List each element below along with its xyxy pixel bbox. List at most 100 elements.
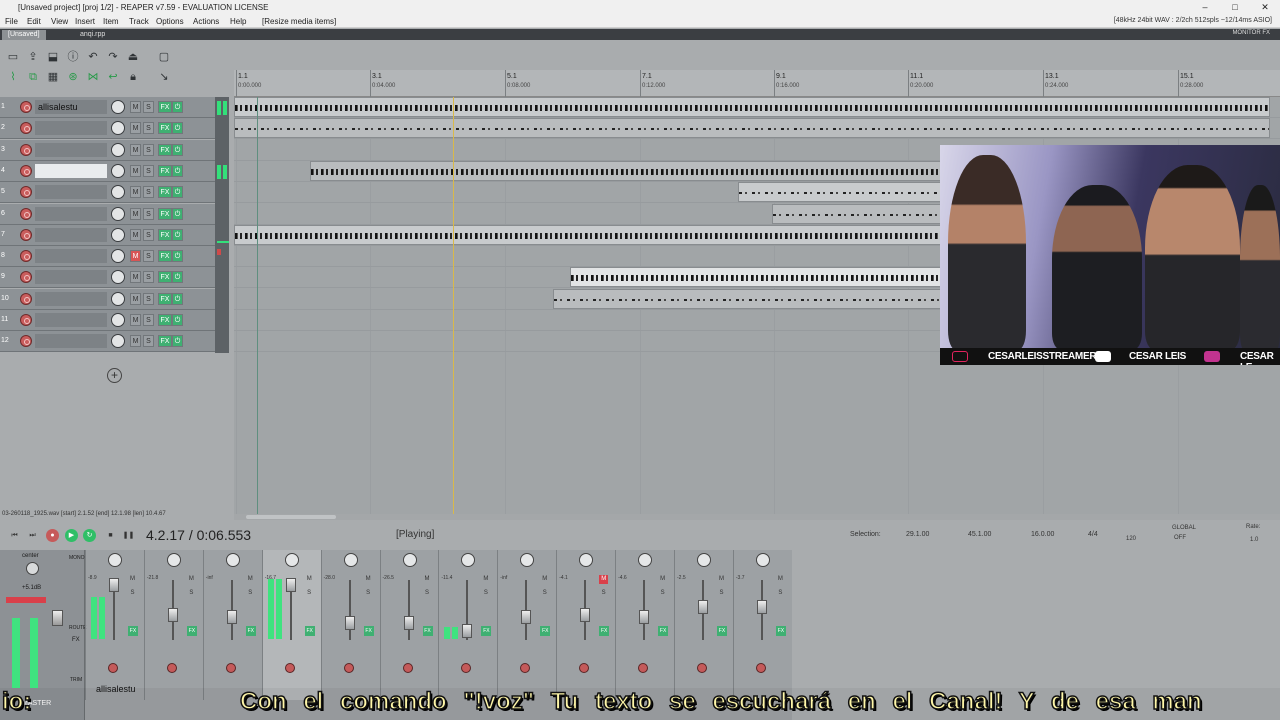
solo-button[interactable]: S (143, 207, 154, 220)
volume-fader[interactable] (698, 600, 708, 614)
pan-knob[interactable] (697, 553, 711, 567)
volume-knob[interactable] (111, 142, 125, 157)
pan-knob[interactable] (108, 553, 122, 567)
pan-knob[interactable] (284, 553, 299, 567)
strip-mute-button[interactable]: M (364, 575, 373, 584)
global-automation-state[interactable]: OFF (1174, 535, 1186, 541)
solo-button[interactable]: S (143, 335, 154, 348)
strip-fx-button[interactable]: FX (717, 626, 727, 636)
fx-bypass-icon[interactable]: ⏻ (172, 101, 183, 113)
strip-record-arm[interactable] (166, 663, 177, 673)
fx-button[interactable]: FX (158, 228, 172, 241)
pan-knob[interactable] (461, 553, 476, 567)
record-arm-button[interactable] (20, 101, 32, 113)
open-project-icon[interactable]: ⇪ (26, 50, 40, 64)
strip-solo-button[interactable]: S (305, 589, 314, 598)
strip-solo-button[interactable]: S (540, 589, 549, 598)
solo-button[interactable]: S (143, 292, 154, 305)
fx-button[interactable]: FX (158, 143, 172, 156)
record-arm-button[interactable] (20, 122, 32, 135)
maximize-button[interactable]: □ (1220, 0, 1250, 14)
volume-knob[interactable] (111, 291, 125, 306)
menu-help[interactable]: Help (230, 17, 246, 26)
menu-item[interactable]: Item (103, 17, 119, 26)
strip-mute-button[interactable]: M (658, 575, 667, 584)
volume-fader[interactable] (521, 610, 532, 624)
strip-record-arm[interactable] (755, 663, 766, 673)
strip-mute-button[interactable]: M (776, 575, 785, 584)
menu-actions[interactable]: Actions (193, 17, 219, 26)
selection-length[interactable]: 16.0.00 (1031, 531, 1054, 538)
fx-bypass-icon[interactable]: ⏻ (172, 186, 183, 199)
strip-solo-button[interactable]: S (481, 589, 490, 598)
mute-button[interactable]: M (130, 186, 141, 199)
strip-mute-button[interactable]: M (481, 575, 490, 584)
track-name-field[interactable] (35, 185, 107, 200)
pan-knob[interactable] (402, 553, 417, 567)
strip-fx-button[interactable]: FX (186, 626, 197, 636)
pan-knob[interactable] (755, 553, 770, 567)
track-name-field[interactable] (35, 142, 107, 157)
track-header[interactable]: 10 M S FX ⏻ (0, 288, 215, 310)
fx-button[interactable]: FX (158, 250, 172, 263)
strip-record-arm[interactable] (697, 663, 707, 673)
fx-button[interactable]: FX (158, 292, 172, 305)
strip-mute-button[interactable]: M (423, 575, 432, 584)
fx-button[interactable]: FX (158, 314, 172, 326)
pause-button[interactable]: ❚❚ (122, 529, 135, 542)
mute-button[interactable]: M (130, 101, 141, 113)
menu-view[interactable]: View (51, 17, 68, 26)
fx-bypass-icon[interactable]: ⏻ (172, 207, 183, 220)
strip-solo-button[interactable]: S (364, 589, 373, 598)
track-header[interactable]: 3 M S FX ⏻ (0, 139, 215, 161)
strip-record-arm[interactable] (108, 663, 118, 673)
monitor-fx-button[interactable]: MONITOR FX (1232, 30, 1270, 36)
volume-knob[interactable] (111, 313, 125, 327)
strip-record-arm[interactable] (343, 663, 354, 673)
volume-knob[interactable] (111, 163, 125, 178)
auto-crossfade-icon[interactable]: ⋈ (86, 70, 100, 84)
volume-knob[interactable] (111, 100, 125, 114)
track-header[interactable]: 12 M S FX ⏻ (0, 331, 215, 353)
solo-button[interactable]: S (143, 122, 154, 135)
tab-unsaved[interactable]: [Unsaved] (2, 30, 46, 40)
pan-knob[interactable] (638, 553, 653, 567)
play-button[interactable]: ▶ (65, 529, 78, 542)
fx-button[interactable]: FX (158, 186, 172, 199)
fx-button[interactable]: FX (158, 164, 172, 177)
solo-button[interactable]: S (143, 250, 154, 263)
volume-fader[interactable] (344, 616, 355, 630)
selection-end[interactable]: 45.1.00 (968, 531, 991, 538)
strip-fx-button[interactable]: FX (658, 626, 669, 636)
track-header[interactable]: 8 M S FX ⏻ (0, 246, 215, 268)
snap-icon[interactable]: ⧉ (26, 70, 40, 84)
track-name-field[interactable] (35, 249, 107, 264)
cursor-tool-icon[interactable]: ↘ (157, 70, 171, 84)
strip-mute-button[interactable]: M (128, 575, 137, 584)
envelope-icon[interactable]: ↩ (106, 70, 120, 84)
track-header[interactable]: 2 M S FX ⏻ (0, 118, 215, 140)
record-arm-button[interactable] (20, 207, 32, 220)
track-header[interactable]: 6 M S FX ⏻ (0, 203, 215, 225)
fx-bypass-icon[interactable]: ⏻ (172, 164, 183, 177)
fx-bypass-icon[interactable]: ⏻ (172, 143, 183, 156)
position-display[interactable]: 4.2.17 / 0:06.553 (146, 527, 251, 543)
track-header[interactable]: 11 M S FX ⏻ (0, 310, 215, 331)
fx-bypass-icon[interactable]: ⏻ (172, 314, 183, 326)
master-mono-button[interactable]: MONO (69, 555, 85, 561)
strip-solo-button[interactable]: S (599, 589, 608, 598)
pan-knob[interactable] (520, 553, 535, 567)
record-arm-button[interactable] (20, 164, 32, 177)
mixer-strip[interactable]: -4.1 M S FX (556, 550, 615, 700)
solo-button[interactable]: S (143, 314, 154, 326)
record-arm-button[interactable] (20, 335, 32, 348)
metronome-icon[interactable]: ⏏ (126, 50, 140, 64)
strip-mute-button[interactable]: M (717, 575, 726, 584)
strip-record-arm[interactable] (520, 663, 531, 673)
go-start-icon[interactable]: ⏮ (8, 529, 21, 542)
record-arm-button[interactable] (20, 186, 32, 199)
volume-fader[interactable] (403, 616, 414, 630)
master-pan-knob[interactable] (26, 562, 39, 575)
fx-button[interactable]: FX (158, 335, 172, 348)
strip-solo-button[interactable]: S (187, 589, 196, 598)
